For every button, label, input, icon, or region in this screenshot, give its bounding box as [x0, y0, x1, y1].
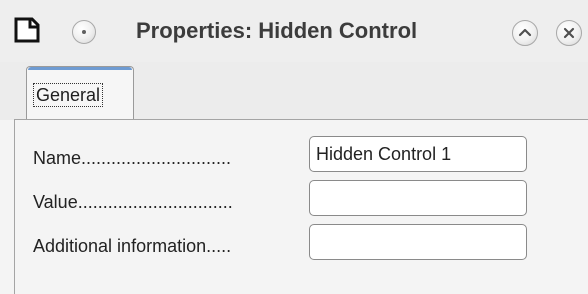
name-field[interactable]: Hidden Control 1: [309, 136, 527, 172]
general-panel: Name.............................. Hidde…: [14, 119, 588, 294]
tab-general-label: General: [33, 83, 104, 107]
shade-button[interactable]: [512, 20, 538, 46]
close-button[interactable]: [556, 20, 582, 46]
additional-information-label: Additional information.....: [33, 236, 232, 256]
additional-information-field[interactable]: [309, 224, 527, 260]
tab-general[interactable]: General: [26, 66, 134, 120]
window-menu-icon[interactable]: [72, 20, 96, 44]
close-icon: [563, 27, 575, 39]
document-icon: [14, 17, 40, 43]
name-label: Name..............................: [33, 148, 232, 168]
title-bar[interactable]: Properties: Hidden Control: [0, 0, 588, 62]
chevron-up-icon: [518, 28, 532, 37]
tab-bar: General: [0, 62, 588, 120]
value-label: Value...............................: [33, 192, 233, 212]
properties-dialog: Properties: Hidden Control General Name.…: [0, 0, 588, 294]
window-title: Properties: Hidden Control: [136, 18, 418, 43]
value-field[interactable]: [309, 180, 527, 216]
